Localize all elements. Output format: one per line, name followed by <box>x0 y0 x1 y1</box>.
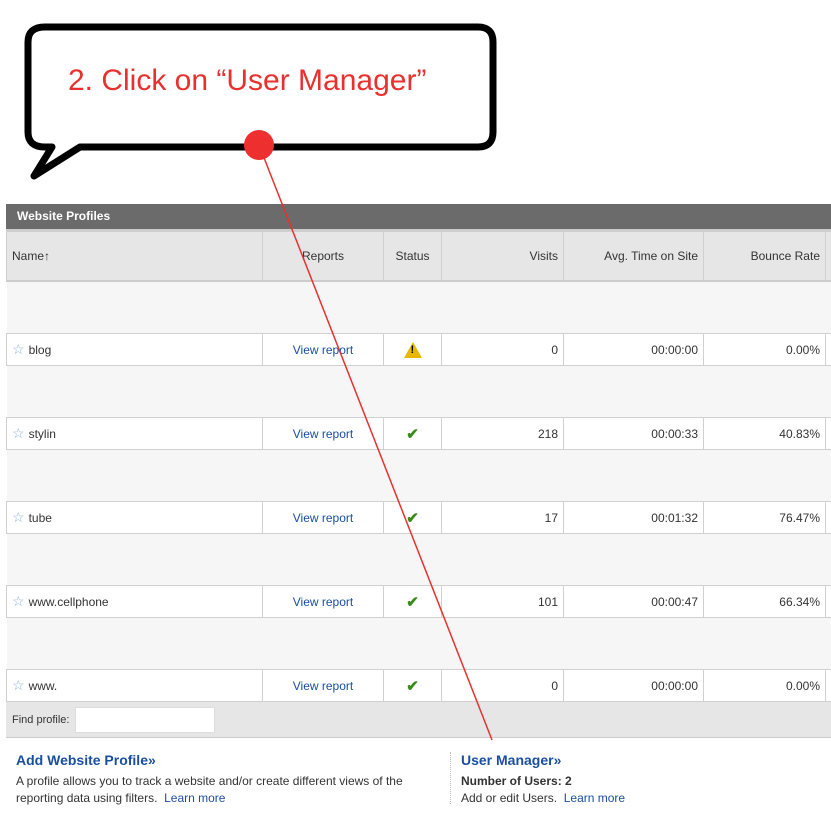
bounce-rate: 76.47% <box>703 501 826 534</box>
bounce-rate: 66.34% <box>703 585 826 618</box>
avg-time: 00:00:47 <box>563 585 704 618</box>
table-row: ☆ tube View report ✔ 17 00:01:32 76.47% <box>6 501 831 534</box>
bounce-rate: 0.00% <box>703 333 826 366</box>
user-manager-desc: Add or edit Users. <box>461 791 558 805</box>
view-report-link[interactable]: View report <box>293 511 353 525</box>
bounce-rate: 0.00% <box>703 669 826 702</box>
add-profile-learn-more[interactable]: Learn more <box>164 791 225 805</box>
view-report-link[interactable]: View report <box>293 679 353 693</box>
user-count: Number of Users: 2 <box>461 774 572 788</box>
warning-icon: ! <box>403 341 422 358</box>
view-report-link[interactable]: View report <box>293 595 353 609</box>
col-name[interactable]: Name↑ <box>6 231 263 282</box>
table-row: ☆ stylin View report ✔ 218 00:00:33 40.83… <box>6 417 831 450</box>
pointer-dot <box>244 130 274 160</box>
profile-name: blog <box>28 343 52 357</box>
avg-time: 00:00:00 <box>563 333 704 366</box>
find-profile-label: Find profile: <box>12 713 70 726</box>
view-report-link[interactable]: View report <box>293 427 353 441</box>
visits: 0 <box>441 669 564 702</box>
star-icon[interactable]: ☆ <box>12 509 25 525</box>
avg-time: 00:00:33 <box>563 417 704 450</box>
user-manager-learn-more[interactable]: Learn more <box>564 791 625 805</box>
bounce-rate: 40.83% <box>703 417 826 450</box>
add-website-profile-link[interactable]: Add Website Profile» <box>16 752 156 768</box>
user-manager-section: User Manager» Number of Users: 2 Add or … <box>461 752 821 807</box>
table-row: ☆ www.cellphone View report ✔ 101 00:00:4… <box>6 585 831 618</box>
profiles-table: Name↑ Reports Status Visits Avg. Time on… <box>6 231 831 702</box>
profile-name: stylin <box>28 427 56 441</box>
user-manager-link[interactable]: User Manager» <box>461 752 561 768</box>
visits: 101 <box>441 585 564 618</box>
visits: 0 <box>441 333 564 366</box>
divider <box>450 752 451 804</box>
panel-title: Website Profiles <box>6 204 831 231</box>
visits: 218 <box>441 417 564 450</box>
col-bounce[interactable]: Bounce Rate <box>703 231 826 282</box>
add-profile-section: Add Website Profile» A profile allows yo… <box>16 752 436 807</box>
profile-name: tube <box>28 511 52 525</box>
visits: 17 <box>441 501 564 534</box>
website-profiles-panel: Website Profiles Name↑ Reports Status Vi… <box>6 204 831 738</box>
avg-time: 00:00:00 <box>563 669 704 702</box>
profile-name: www.cellphone <box>28 595 109 609</box>
col-visits[interactable]: Visits <box>441 231 564 282</box>
speech-bubble <box>24 23 497 180</box>
col-avg-time[interactable]: Avg. Time on Site <box>563 231 704 282</box>
checkmark-icon: ✔ <box>406 593 419 611</box>
star-icon[interactable]: ☆ <box>12 425 25 441</box>
col-reports: Reports <box>262 231 384 282</box>
table-row: ☆ blog View report ! 0 00:00:00 0.00% <box>6 333 831 366</box>
callout-text: 2. Click on “User Manager” <box>68 64 427 97</box>
checkmark-icon: ✔ <box>406 425 419 443</box>
table-row: ☆ www. View report ✔ 0 00:00:00 0.00% <box>6 669 831 702</box>
star-icon[interactable]: ☆ <box>12 677 25 693</box>
avg-time: 00:01:32 <box>563 501 704 534</box>
find-profile-bar: Find profile: <box>6 702 831 738</box>
star-icon[interactable]: ☆ <box>12 593 25 609</box>
star-icon[interactable]: ☆ <box>12 341 25 357</box>
col-status[interactable]: Status <box>383 231 442 282</box>
checkmark-icon: ✔ <box>406 677 419 695</box>
view-report-link[interactable]: View report <box>293 343 353 357</box>
profile-name: www. <box>28 679 58 693</box>
find-profile-input[interactable] <box>75 706 216 733</box>
arrow-up-icon: ↑ <box>44 249 51 263</box>
checkmark-icon: ✔ <box>406 509 419 527</box>
